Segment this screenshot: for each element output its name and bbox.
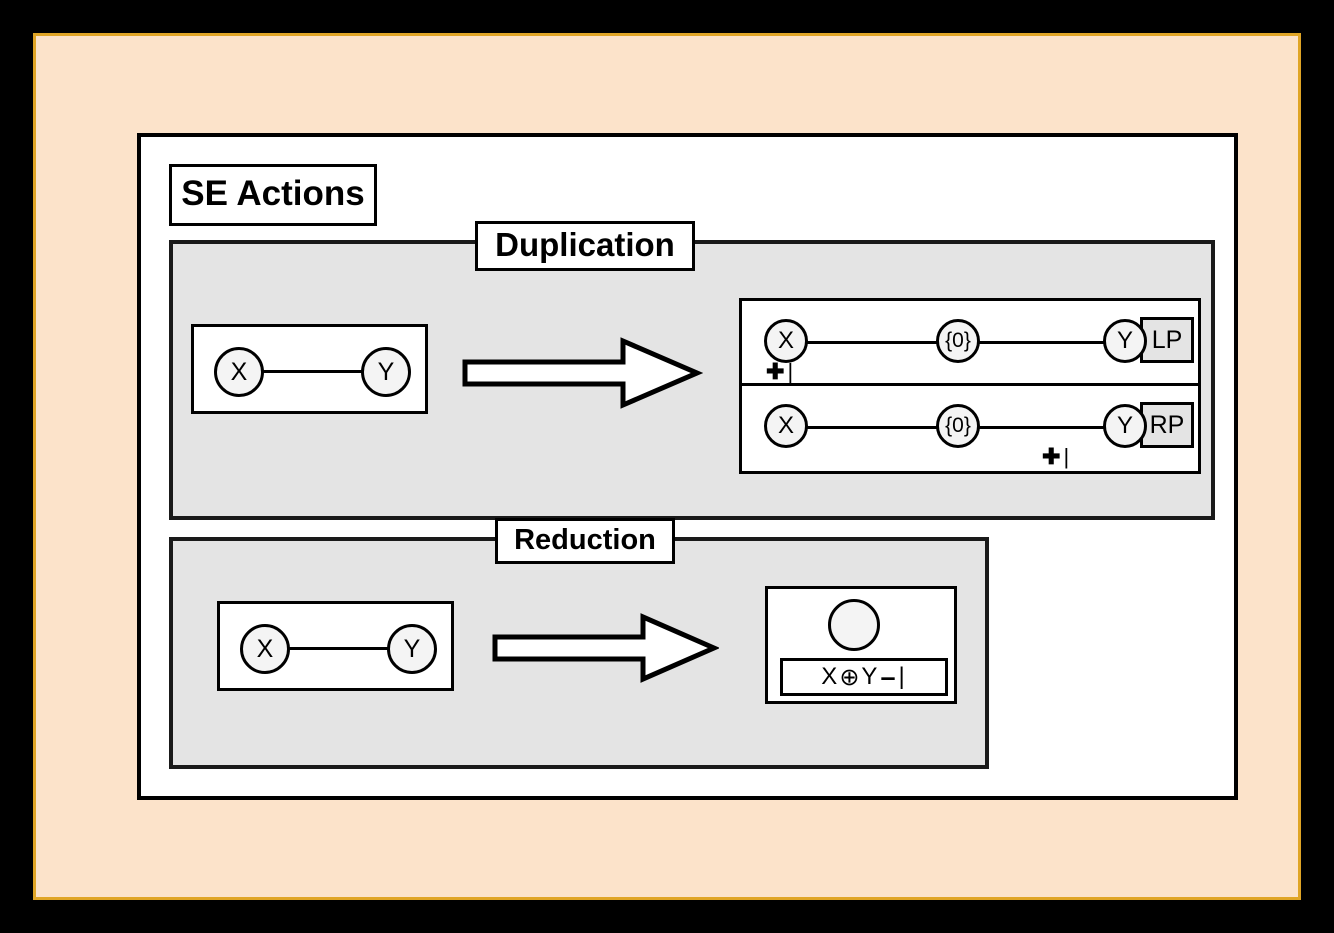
graph-node-zero: {0} bbox=[936, 404, 980, 448]
graph-edge bbox=[806, 341, 943, 344]
duplication-output-row-rp: X {0} Y RP ✚| bbox=[742, 386, 1198, 471]
tag-label: RP bbox=[1149, 410, 1185, 439]
graph-node-x: X bbox=[240, 624, 290, 674]
xor-icon: ⊕ bbox=[839, 663, 862, 691]
graph-edge bbox=[979, 426, 1110, 429]
reduction-output: X ⊕ Y – | bbox=[765, 586, 957, 704]
duplication-output-row-lp: X {0} Y LP ✚| bbox=[742, 301, 1198, 386]
merged-node-circle bbox=[828, 599, 880, 651]
graph-edge bbox=[806, 426, 943, 429]
tag-rp: RP bbox=[1140, 402, 1194, 448]
graph-node-y: Y bbox=[387, 624, 437, 674]
node-label: X bbox=[256, 634, 274, 663]
marker-plus-bar-lp: ✚| bbox=[766, 359, 796, 385]
slide-frame: SE Actions Duplication X Y X {0} Y LP ✚|… bbox=[33, 33, 1301, 900]
formula-left: X bbox=[821, 663, 840, 690]
node-label: Y bbox=[1116, 412, 1133, 439]
graph-edge bbox=[979, 341, 1110, 344]
node-label: Y bbox=[403, 634, 421, 663]
reduction-label: Reduction bbox=[495, 518, 675, 564]
formula-right: Y bbox=[861, 663, 880, 690]
bar-icon: | bbox=[898, 663, 907, 690]
reduction-panel: Reduction X Y X ⊕ Y – | bbox=[169, 518, 989, 769]
duplication-output: X {0} Y LP ✚| X {0} Y RP ✚| bbox=[739, 298, 1201, 474]
tag-label: LP bbox=[1151, 325, 1183, 354]
page-title: SE Actions bbox=[169, 164, 377, 226]
node-label: Y bbox=[1116, 327, 1133, 354]
graph-node-x: X bbox=[214, 347, 264, 397]
node-label: X bbox=[777, 327, 794, 354]
bar-icon: | bbox=[1063, 444, 1073, 469]
reduction-label-text: Reduction bbox=[514, 523, 656, 556]
duplication-arrow-icon bbox=[461, 336, 703, 410]
plus-icon: ✚ bbox=[1042, 444, 1064, 469]
node-label: Y bbox=[377, 357, 395, 386]
duplication-input-graph: X Y bbox=[191, 324, 428, 414]
duplication-label-text: Duplication bbox=[495, 226, 675, 263]
graph-node-x: X bbox=[764, 319, 808, 363]
graph-node-y: Y bbox=[361, 347, 411, 397]
marker-plus-bar-rp: ✚| bbox=[1042, 444, 1072, 470]
reduction-arrow-icon bbox=[491, 613, 719, 683]
node-label: X bbox=[777, 412, 794, 439]
duplication-label: Duplication bbox=[475, 221, 695, 271]
page-title-text: SE Actions bbox=[181, 173, 365, 213]
content-card: SE Actions Duplication X Y X {0} Y LP ✚|… bbox=[137, 133, 1238, 800]
reduction-formula: X ⊕ Y – | bbox=[780, 658, 948, 696]
graph-node-y: Y bbox=[1103, 404, 1147, 448]
node-label: X bbox=[230, 357, 248, 386]
duplication-panel: Duplication X Y X {0} Y LP ✚| X {0} Y RP… bbox=[169, 221, 1215, 520]
node-label: {0} bbox=[945, 414, 971, 437]
graph-node-y: Y bbox=[1103, 319, 1147, 363]
tag-lp: LP bbox=[1140, 317, 1194, 363]
graph-node-x: X bbox=[764, 404, 808, 448]
reduction-input-graph: X Y bbox=[217, 601, 454, 691]
dash-icon: – bbox=[880, 661, 898, 692]
node-label: {0} bbox=[945, 329, 971, 352]
graph-node-zero: {0} bbox=[936, 319, 980, 363]
